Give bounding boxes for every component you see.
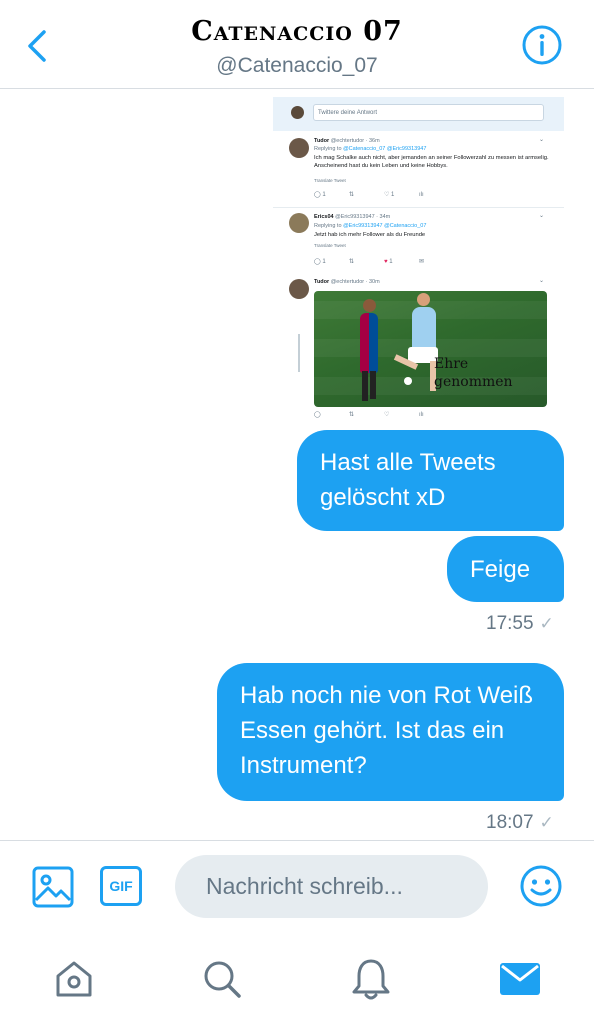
like-icon: ♥ 1 xyxy=(384,259,393,265)
gif-icon[interactable]: GIF xyxy=(100,866,142,906)
conversation-title: Catenaccio 07 xyxy=(191,16,403,47)
info-icon[interactable] xyxy=(521,24,563,66)
like-icon: ♡ xyxy=(384,412,390,418)
check-icon: ✓ xyxy=(539,813,554,832)
replying-to: Replying to @Eric99313947 @Catenaccio_07 xyxy=(314,223,427,229)
analytics-icon: ılı xyxy=(419,192,424,198)
avatar xyxy=(289,213,309,233)
avatar xyxy=(291,106,304,119)
ball xyxy=(404,377,412,385)
chevron-down-icon: ⌄ xyxy=(539,278,545,284)
tab-bar xyxy=(0,935,594,1024)
home-icon[interactable] xyxy=(54,959,94,999)
player-figure xyxy=(360,299,378,401)
tweet-image: Ehre genommen xyxy=(314,291,547,407)
bell-icon[interactable] xyxy=(351,957,391,1001)
image-caption: Ehre genommen xyxy=(434,356,513,390)
translate-link: Translate Tweet xyxy=(314,243,346,248)
chevron-down-icon: ⌄ xyxy=(539,213,545,219)
avatar xyxy=(289,138,309,158)
tweet-text: Ich mag Schalke auch nicht, aber jemande… xyxy=(314,155,549,169)
message-bubble[interactable]: Hast alle Tweets gelöscht xD xyxy=(297,430,564,531)
conversation-header: Catenaccio 07 @Catenaccio_07 xyxy=(0,0,594,89)
message-bubble[interactable]: Feige xyxy=(447,536,564,602)
tweet-actions: ◯ 1 ⇅ ♡ 1 ılı xyxy=(314,191,454,198)
tweet-actions: ◯ 1 ⇅ ♥ 1 ✉ xyxy=(314,258,454,265)
message-timestamp: 18:07 ✓ xyxy=(486,812,554,833)
shared-image-message[interactable]: Twittere deine Antwort Tudor @echtertudo… xyxy=(273,97,564,426)
tweet-text: Jetzt hab ich mehr Follower als du Freun… xyxy=(314,232,426,238)
mail-icon[interactable] xyxy=(499,961,541,997)
conversation-handle: @Catenaccio_07 xyxy=(216,54,378,77)
chevron-down-icon: ⌄ xyxy=(539,137,545,143)
message-timestamp: 17:55 ✓ xyxy=(486,613,554,634)
translate-link: Translate Tweet xyxy=(314,178,346,183)
tweet-actions: ◯ ⇅ ♡ ılı xyxy=(314,411,454,418)
reply-icon: ◯ 1 xyxy=(314,192,326,198)
message-bubble[interactable]: Hab noch nie von Rot Weiß Essen gehört. … xyxy=(217,663,564,801)
reply-bar: Twittere deine Antwort xyxy=(273,97,564,131)
reply-icon: ◯ 1 xyxy=(314,259,326,265)
image-icon[interactable] xyxy=(32,866,74,908)
emoji-icon[interactable] xyxy=(519,864,563,908)
tweet: Tudor @echtertudor · 36m ⌄ Replying to @… xyxy=(273,131,564,207)
tweet-author: Erics04 @Eric99313947 · 34m xyxy=(314,214,391,220)
like-icon: ♡ 1 xyxy=(384,192,395,198)
analytics-icon: ılı xyxy=(419,412,424,418)
retweet-icon: ⇅ xyxy=(349,412,355,418)
check-icon: ✓ xyxy=(539,614,554,633)
search-icon[interactable] xyxy=(202,959,242,999)
player-figure xyxy=(393,293,438,391)
tweet-author: Tudor @echtertudor · 36m xyxy=(314,138,380,144)
retweet-icon: ⇅ xyxy=(349,259,355,265)
retweet-icon: ⇅ xyxy=(349,192,355,198)
replying-to: Replying to @Catenaccio_07 @Eric99313947 xyxy=(314,146,427,152)
tweet: Erics04 @Eric99313947 · 34m ⌄ Replying t… xyxy=(273,207,564,275)
message-input[interactable]: Nachricht schreib... xyxy=(175,855,488,918)
avatar xyxy=(289,279,309,299)
reply-input: Twittere deine Antwort xyxy=(313,104,544,121)
mail-icon: ✉ xyxy=(419,259,425,265)
reply-icon: ◯ xyxy=(314,412,321,418)
tweet-author: Tudor @echtertudor · 30m xyxy=(314,279,380,285)
